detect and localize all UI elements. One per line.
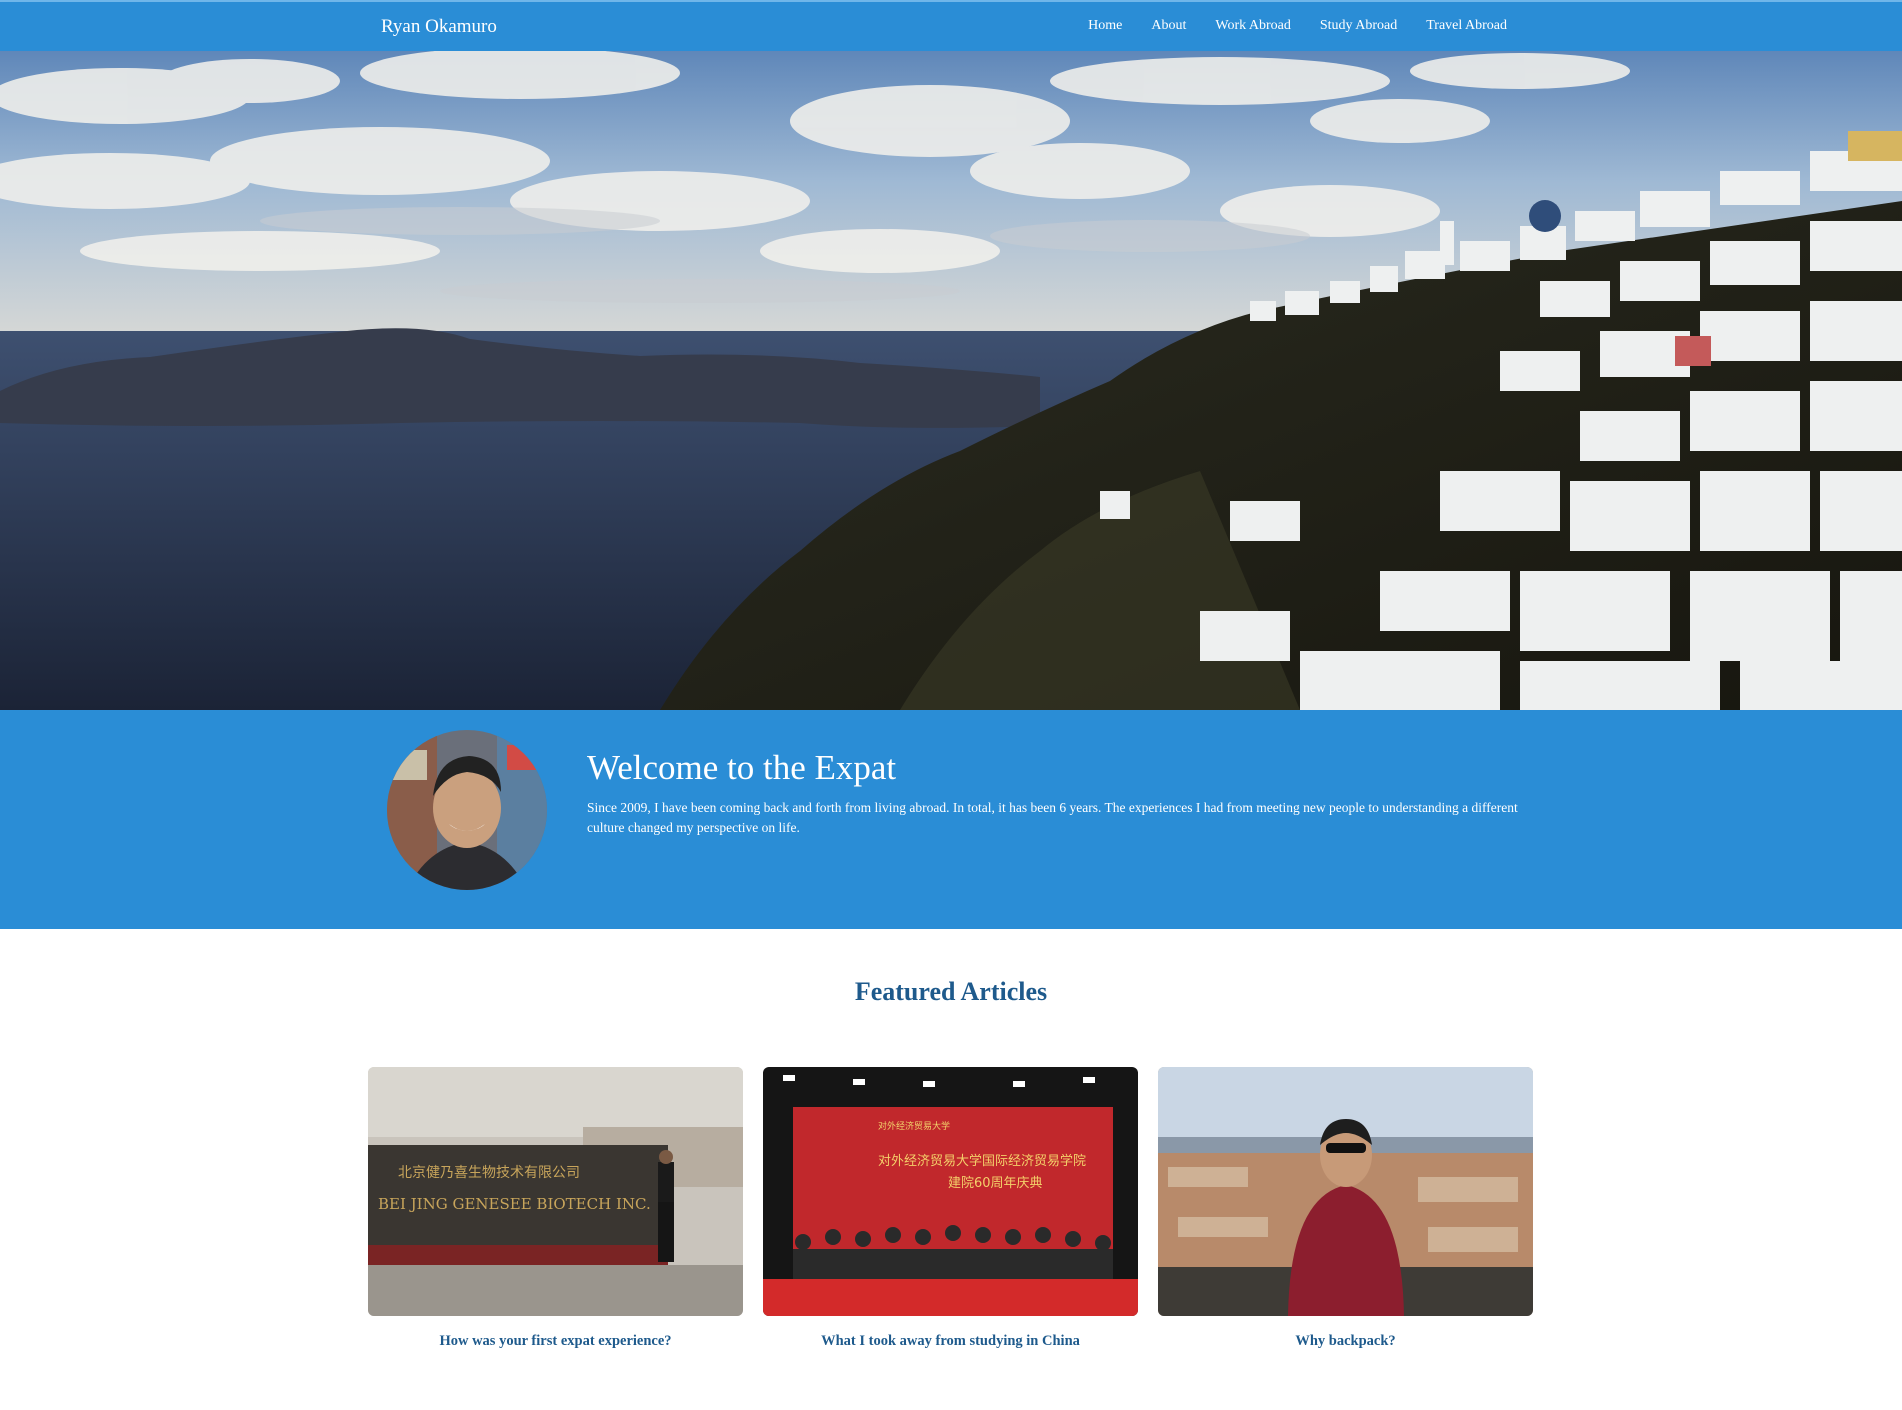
article-link-first-expat[interactable]: How was your first expat experience? <box>368 1332 743 1350</box>
article-card-first-expat: 北京健乃喜生物技术有限公司 BEI JING GENESEE BIOTECH I… <box>368 1067 743 1350</box>
hero-image <box>0 51 1902 710</box>
article-card-image[interactable] <box>1158 1067 1533 1316</box>
svg-text:对外经济贸易大学: 对外经济贸易大学 <box>878 1120 950 1132</box>
article-card-image[interactable]: 对外经济贸易大学 对外经济贸易大学国际经济贸易学院 建院60周年庆典 <box>763 1067 1138 1316</box>
welcome-text: Since 2009, I have been coming back and … <box>587 800 1518 835</box>
article-card-studying-china: 对外经济贸易大学 对外经济贸易大学国际经济贸易学院 建院60周年庆典 What … <box>763 1067 1138 1350</box>
profile-photo <box>387 730 547 890</box>
biotech-sign-photo: 北京健乃喜生物技术有限公司 BEI JING GENESEE BIOTECH I… <box>368 1067 743 1316</box>
banner-line1: 对外经济贸易大学国际经济贸易学院 <box>878 1153 1086 1169</box>
nav-home-link[interactable]: Home <box>1088 17 1122 35</box>
sign-english-text: BEI JING GENESEE BIOTECH INC. <box>378 1195 651 1213</box>
welcome-title: Welcome to the Expat <box>587 748 897 787</box>
article-card-why-backpack: Why backpack? <box>1158 1067 1533 1350</box>
university-ceremony-photo: 对外经济贸易大学 对外经济贸易大学国际经济贸易学院 建院60周年庆典 <box>763 1067 1138 1316</box>
nav-travel-abroad-link[interactable]: Travel Abroad <box>1426 17 1507 35</box>
sign-chinese-text: 北京健乃喜生物技术有限公司 <box>398 1165 580 1181</box>
nav-links: Home About Work Abroad Study Abroad Trav… <box>1088 17 1507 35</box>
nav-about-link[interactable]: About <box>1151 17 1186 35</box>
hero-landscape-illustration <box>0 51 1902 710</box>
navbar: Ryan Okamuro Home About Work Abroad Stud… <box>0 0 1902 51</box>
featured-articles-title: Featured Articles <box>854 977 1048 1006</box>
city-overlook-photo <box>1158 1067 1533 1316</box>
nav-work-abroad-link[interactable]: Work Abroad <box>1215 17 1290 35</box>
nav-study-abroad-link[interactable]: Study Abroad <box>1320 17 1397 35</box>
article-cards: 北京健乃喜生物技术有限公司 BEI JING GENESEE BIOTECH I… <box>368 1067 1533 1350</box>
brand-link[interactable]: Ryan Okamuro <box>381 16 497 38</box>
avatar <box>387 730 547 890</box>
welcome-section: Welcome to the Expat Since 2009, I have … <box>0 710 1902 929</box>
article-card-image[interactable]: 北京健乃喜生物技术有限公司 BEI JING GENESEE BIOTECH I… <box>368 1067 743 1316</box>
banner-line2: 建院60周年庆典 <box>948 1176 1043 1191</box>
article-link-studying-china[interactable]: What I took away from studying in China <box>763 1332 1138 1350</box>
article-link-why-backpack[interactable]: Why backpack? <box>1158 1332 1533 1350</box>
